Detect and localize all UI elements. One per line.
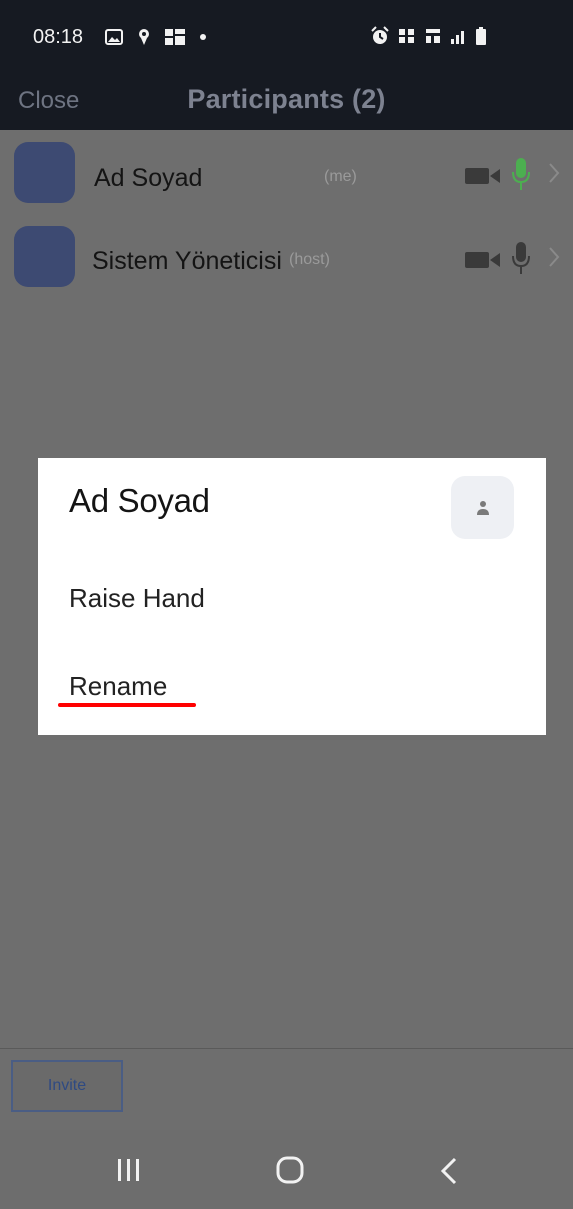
participant-name: Ad Soyad <box>94 164 203 192</box>
invite-button[interactable]: Invite <box>11 1060 123 1112</box>
avatar <box>14 142 75 203</box>
raise-hand-menu-item[interactable]: Raise Hand <box>69 583 205 614</box>
status-left-icons <box>105 27 207 47</box>
signal-icon <box>451 31 464 44</box>
avatar <box>14 226 75 287</box>
chevron-right-icon[interactable] <box>548 246 560 268</box>
highlight-underline <box>58 703 196 707</box>
navigation-bar <box>0 1130 573 1209</box>
4g-icon <box>426 29 440 43</box>
video-camera-icon[interactable] <box>465 250 501 270</box>
microphone-icon[interactable] <box>511 242 531 276</box>
home-icon[interactable] <box>276 1156 304 1184</box>
status-right-icons <box>370 26 486 46</box>
participant-tag: (me) <box>324 168 357 185</box>
divider <box>0 1048 573 1049</box>
gallery-icon <box>105 29 123 45</box>
app-icon <box>165 29 185 45</box>
participant-action-menu: Ad Soyad Raise Hand Rename <box>38 458 546 735</box>
status-time: 08:18 <box>33 26 84 48</box>
popup-participant-name: Ad Soyad <box>69 482 210 519</box>
back-icon[interactable] <box>440 1157 458 1185</box>
person-icon <box>476 500 489 515</box>
recent-apps-icon[interactable] <box>116 1158 142 1182</box>
alarm-icon <box>371 26 389 44</box>
profile-button[interactable] <box>451 476 514 539</box>
microphone-icon[interactable] <box>511 158 531 192</box>
participant-tag: (host) <box>289 251 330 268</box>
header: Close Participants (2) <box>0 72 573 130</box>
participant-row[interactable]: Ad Soyad (me) <box>0 130 573 214</box>
status-bar: 08:18 <box>0 0 573 72</box>
location-icon <box>139 29 149 45</box>
battery-icon <box>476 27 486 45</box>
page-title: Participants (2) <box>187 84 386 114</box>
dot-icon <box>200 34 206 40</box>
participant-row[interactable]: Sistem Yöneticisi (host) <box>0 214 573 298</box>
chevron-right-icon[interactable] <box>548 162 560 184</box>
video-camera-icon[interactable] <box>465 166 501 186</box>
rename-menu-item[interactable]: Rename <box>69 671 167 702</box>
participant-name: Sistem Yöneticisi <box>92 247 282 275</box>
volte-icon <box>399 29 414 43</box>
